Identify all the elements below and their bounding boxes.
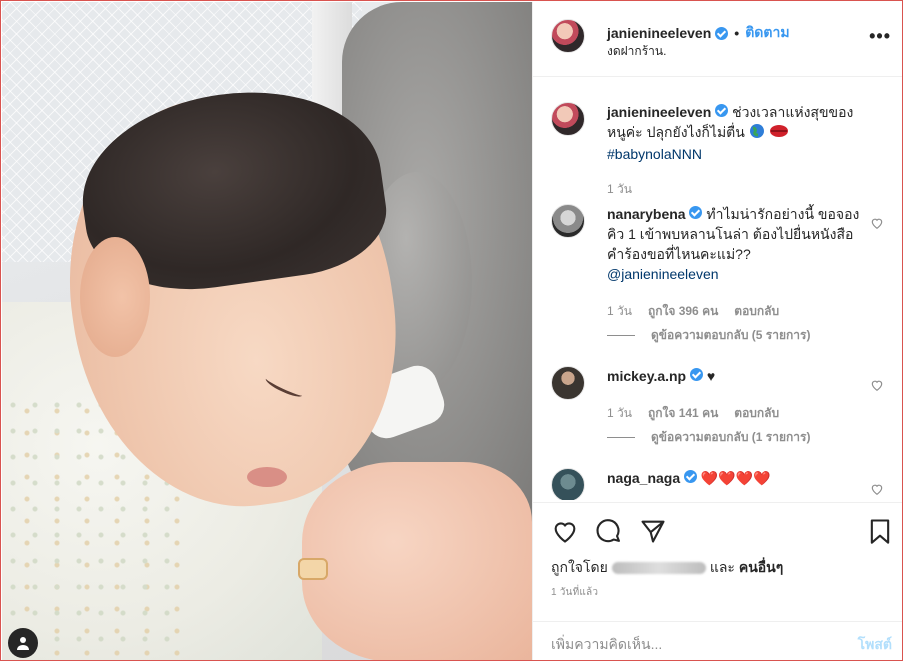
comment-mention[interactable]: @janienineeleven [607, 266, 719, 282]
comment-username[interactable]: nanarybena [607, 206, 686, 222]
caption-hashtag[interactable]: #babynolaNNN [607, 146, 702, 162]
header-user-row: janienineeleven • ติดตาม [607, 22, 790, 44]
liked-by-prefix: ถูกใจโดย [551, 559, 608, 575]
post-comment-button[interactable]: โพสต์ [858, 634, 892, 656]
comment-item: naga_naga ❤️❤️❤️❤️ [551, 468, 896, 500]
lips-icon [769, 123, 789, 143]
save-button[interactable] [866, 517, 894, 548]
reply-button[interactable]: ตอบกลับ [734, 302, 779, 321]
action-icons [551, 517, 667, 545]
comment-composer: เพิ่มความคิดเห็น... โพสต์ [533, 621, 902, 660]
comment-text: ❤️❤️❤️❤️ [700, 470, 771, 486]
post-sidebar: janienineeleven • ติดตาม งดฝากร้าน. ••• … [532, 2, 902, 660]
liked-by: ถูกใจโดย และ คนอื่นๆ [551, 557, 783, 579]
reply-button[interactable]: ตอบกลับ [734, 404, 779, 423]
avatar[interactable] [551, 468, 585, 500]
divider [607, 335, 635, 336]
avatar[interactable] [551, 366, 585, 400]
separator: • [734, 25, 740, 41]
comment-username[interactable]: naga_naga [607, 470, 680, 486]
divider [607, 437, 635, 438]
comment-item: nanarybena ทำไมน่ารักอย่างนี้ ขอจองคิว 1… [551, 204, 896, 344]
redacted-username [611, 562, 706, 574]
baby-lips [247, 467, 287, 487]
avatar[interactable] [551, 102, 585, 136]
comment-text: ♥ [706, 368, 716, 384]
comment-meta: 1 วัน ถูกใจ 396 คน ตอบกลับ [607, 302, 779, 321]
comment-time[interactable]: 1 วัน [607, 302, 632, 321]
liked-by-suffix: และ [709, 559, 735, 575]
caption: janienineeleven ช่วงเวลาแห่งสุขของหนูค่ะ… [551, 102, 896, 202]
verified-badge-icon [690, 368, 704, 381]
caption-body: janienineeleven ช่วงเวลาแห่งสุขของหนูค่ะ… [607, 102, 862, 164]
pacifier-clip [298, 558, 328, 580]
avatar[interactable] [551, 19, 585, 53]
post-actions: ถูกใจโดย และ คนอื่นๆ 1 วันที่แล้ว เพิ่มค… [533, 502, 902, 660]
avatar[interactable] [551, 204, 585, 238]
comment-item: mickey.a.np ♥ 1 วัน ถูกใจ 141 คน ตอบกลับ… [551, 366, 896, 446]
heart-icon[interactable] [870, 216, 884, 230]
post-header: janienineeleven • ติดตาม งดฝากร้าน. ••• [533, 2, 902, 77]
view-replies-button[interactable]: ดูข้อความตอบกลับ (5 รายการ) [607, 326, 810, 345]
location-link[interactable]: งดฝากร้าน. [607, 42, 666, 61]
more-options-button[interactable]: ••• [869, 26, 891, 47]
post-photo[interactable] [2, 2, 532, 660]
comment-likes[interactable]: ถูกใจ 141 คน [648, 404, 718, 423]
heart-icon[interactable] [551, 517, 579, 545]
tagged-users-button[interactable] [8, 628, 38, 658]
paper-plane-icon[interactable] [639, 517, 667, 545]
comment-body: naga_naga ❤️❤️❤️❤️ [607, 468, 862, 488]
comment-likes[interactable]: ถูกใจ 396 คน [648, 302, 718, 321]
caption-time[interactable]: 1 วัน [607, 180, 632, 199]
view-replies-label: ดูข้อความตอบกลับ (5 รายการ) [651, 328, 811, 342]
heart-icon[interactable] [870, 482, 884, 496]
comment-icon[interactable] [595, 517, 623, 545]
baby-hand [302, 462, 532, 660]
user-icon [17, 637, 29, 650]
view-replies-label: ดูข้อความตอบกลับ (1 รายการ) [651, 430, 811, 444]
comment-body: mickey.a.np ♥ [607, 366, 862, 386]
caption-username[interactable]: janienineeleven [607, 104, 711, 120]
liked-by-others-link[interactable]: คนอื่นๆ [739, 557, 783, 579]
comments-list[interactable]: janienineeleven ช่วงเวลาแห่งสุขของหนูค่ะ… [533, 78, 902, 500]
post-modal: janienineeleven • ติดตาม งดฝากร้าน. ••• … [0, 0, 903, 661]
follow-button[interactable]: ติดตาม [745, 22, 789, 44]
verified-badge-icon [689, 206, 703, 219]
globe-icon [749, 123, 765, 144]
comment-body: nanarybena ทำไมน่ารักอย่างนี้ ขอจองคิว 1… [607, 204, 862, 284]
header-username[interactable]: janienineeleven [607, 25, 711, 41]
verified-badge-icon [715, 104, 729, 117]
post-timestamp[interactable]: 1 วันที่แล้ว [551, 585, 598, 600]
heart-icon[interactable] [870, 378, 884, 392]
comment-input[interactable]: เพิ่มความคิดเห็น... [551, 634, 662, 656]
comment-username[interactable]: mickey.a.np [607, 368, 686, 384]
verified-badge-icon [684, 470, 698, 483]
view-replies-button[interactable]: ดูข้อความตอบกลับ (1 รายการ) [607, 428, 810, 447]
baby-ear [80, 237, 150, 357]
caption-meta: 1 วัน [607, 180, 632, 199]
comment-meta: 1 วัน ถูกใจ 141 คน ตอบกลับ [607, 404, 779, 423]
bookmark-icon [870, 519, 890, 544]
comment-time[interactable]: 1 วัน [607, 404, 632, 423]
verified-badge-icon [715, 26, 729, 40]
